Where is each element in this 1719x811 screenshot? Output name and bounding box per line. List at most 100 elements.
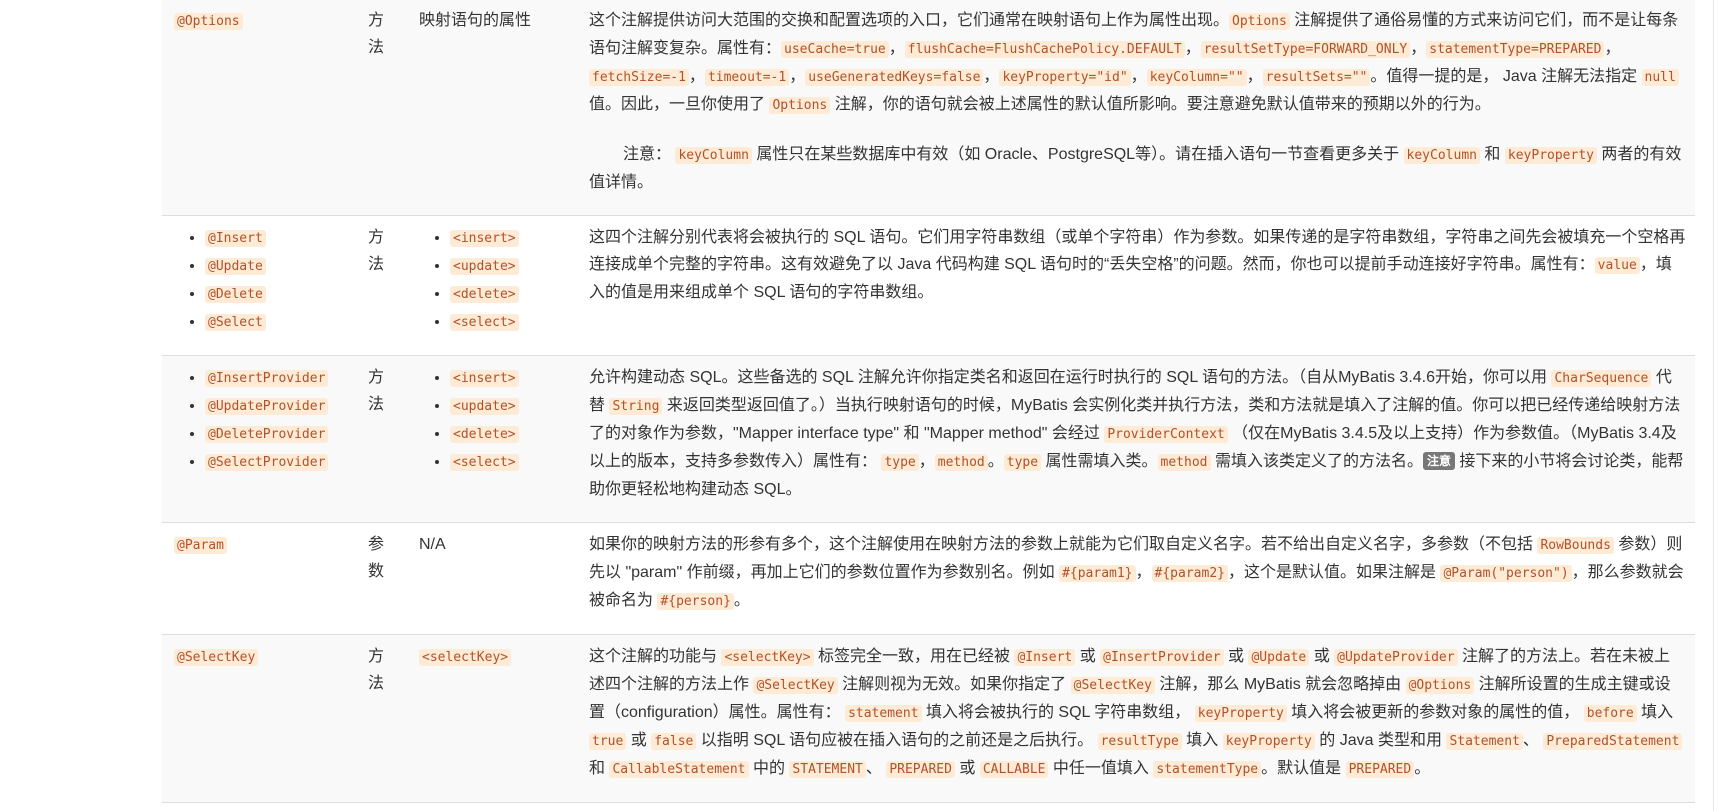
text-fragment: 或 (626, 732, 652, 749)
target-type: 方法 (368, 648, 385, 692)
inline-code: value (1594, 257, 1640, 274)
list-item: @InsertProvider (205, 364, 347, 392)
inline-code: @Options (1405, 677, 1475, 694)
inline-code: @Param("person") (1440, 565, 1572, 582)
inline-code: String (609, 398, 663, 415)
inline-code: statement (845, 705, 922, 722)
text-fragment: 或 (1223, 648, 1249, 665)
target-type: 方法 (368, 12, 385, 56)
target-cell: 方法 (356, 0, 407, 216)
inline-code: resultSets="" (1262, 69, 1371, 86)
list-item: <insert> (450, 364, 568, 392)
inline-code: true (589, 733, 627, 750)
note-badge: 注意 (1422, 452, 1455, 470)
inline-code: type (881, 454, 919, 471)
text-fragment: 属性只在某些数据库中有效（如 Oracle、PostgreSQL等）。请在插入语… (751, 146, 1404, 163)
inline-code: @Update (1248, 649, 1310, 666)
xml-equivalent: N/A (419, 536, 446, 553)
text-fragment: ， (1184, 40, 1201, 57)
inline-code: keyColumn="" (1146, 69, 1247, 86)
text-fragment: ， (1135, 564, 1152, 581)
text-fragment: 填入将会被执行的 SQL 字符串数组， (921, 704, 1195, 721)
text-fragment: ， (1130, 68, 1147, 85)
list-item: <select> (450, 308, 568, 336)
inline-code: @SelectKey (1070, 677, 1155, 694)
inline-code: resultType (1097, 733, 1182, 750)
annotation-list: @InsertProvider @UpdateProvider @DeleteP… (174, 364, 347, 476)
list-item: @Delete (205, 280, 347, 308)
text-fragment: 和 (589, 760, 610, 777)
inline-code: CharSequence (1551, 370, 1652, 387)
xml-list: <insert> <update> <delete> <select> (419, 224, 568, 336)
text-fragment: 以指明 SQL 语句应被在插入语句的之前还是之后执行。 (696, 732, 1098, 749)
page-right-border (1713, 0, 1714, 811)
text-fragment: ， (983, 68, 1000, 85)
inline-code: @Insert (1014, 649, 1076, 666)
description-cell: 这个注解提供访问大范围的交换和配置选项的入口，它们通常在映射语句上作为属性出现。… (577, 0, 1695, 216)
inline-code: keyProperty="id" (999, 69, 1131, 86)
inline-code: Options (769, 97, 831, 114)
text-fragment: ， (1410, 40, 1427, 57)
text-fragment: 注解，那么 MyBatis 就会忽略掉由 (1154, 676, 1406, 693)
target-cell: 方法 (356, 355, 407, 523)
table-row-crud: @Insert @Update @Delete @Select 方法 <inse… (162, 215, 1695, 356)
text-fragment: 。 (1414, 760, 1431, 777)
inline-code: false (651, 733, 697, 750)
description-cell: 允许构建动态 SQL。这些备选的 SQL 注解允许你指定类名和返回在运行时执行的… (577, 355, 1695, 523)
description-cell: 这四个注解分别代表将会被执行的 SQL 语句。它们用字符串数组（或单个字符串）作… (577, 215, 1695, 356)
list-item: <delete> (450, 420, 568, 448)
inline-code: @Update (205, 258, 266, 275)
target-type: 参数 (368, 536, 385, 580)
inline-code: #{param1} (1059, 565, 1136, 582)
xml-equivalent: <selectKey> (419, 649, 512, 666)
text-fragment: ， (688, 68, 705, 85)
text-fragment: 。 (987, 453, 1004, 470)
text-fragment: 填入 (1636, 704, 1674, 721)
text-fragment: 和 (1479, 146, 1505, 163)
text-fragment: 填入 (1181, 732, 1223, 749)
inline-code: flushCache=FlushCachePolicy.DEFAULT (904, 41, 1185, 58)
inline-code: type (1003, 454, 1042, 471)
description-text: 允许构建动态 SQL。这些备选的 SQL 注解允许你指定类名和返回在运行时执行的… (589, 364, 1686, 503)
description-text: 如果你的映射方法的形参有多个，这个注解使用在映射方法的参数上就能为它们取自定义名… (589, 531, 1686, 615)
description-text: 这个注解提供访问大范围的交换和配置选项的入口，它们通常在映射语句上作为属性出现。… (589, 7, 1686, 119)
inline-code: keyColumn (675, 147, 752, 164)
inline-code: keyColumn (1403, 147, 1480, 164)
text-fragment: 这个注解提供访问大范围的交换和配置选项的入口，它们通常在映射语句上作为属性出现。 (589, 12, 1230, 29)
inline-code: method (934, 454, 988, 471)
text-fragment: 。默认值是 (1261, 760, 1346, 777)
text-fragment: 注意： (623, 146, 676, 163)
inline-code: null (1641, 69, 1679, 86)
inline-code: Options (1229, 13, 1290, 30)
inline-code: @InsertProvider (205, 370, 329, 387)
annotation-code: @SelectKey (174, 649, 259, 666)
inline-code: <update> (450, 258, 519, 275)
text-fragment: 注解则视为无效。如果你指定了 (837, 676, 1071, 693)
text-fragment: ， (789, 68, 806, 85)
description-cell: 这个注解的功能与 <selectKey> 标签完全一致，用在已经被 @Inser… (577, 634, 1695, 803)
inline-code: <insert> (450, 370, 519, 387)
target-cell: 方法 (356, 215, 407, 356)
inline-code: keyProperty (1194, 705, 1287, 722)
text-fragment: ， (888, 40, 905, 57)
table-row-param: @Param 参数 N/A 如果你的映射方法的形参有多个，这个注解使用在映射方法… (162, 522, 1695, 635)
inline-code: <delete> (450, 286, 519, 303)
inline-code: @Select (205, 314, 266, 331)
inline-code: PreparedStatement (1543, 733, 1683, 750)
text-fragment: ， (1246, 68, 1263, 85)
inline-code: <update> (450, 398, 519, 415)
inline-code: keyProperty (1222, 733, 1315, 750)
xml-list: <insert> <update> <delete> <select> (419, 364, 568, 476)
inline-code: @Delete (205, 286, 266, 303)
annotation-cell: @Insert @Update @Delete @Select (162, 215, 356, 356)
inline-code: @InsertProvider (1100, 649, 1224, 666)
table-row-provider: @InsertProvider @UpdateProvider @DeleteP… (162, 355, 1695, 523)
description-text: 这个注解的功能与 <selectKey> 标签完全一致，用在已经被 @Inser… (589, 643, 1686, 783)
inline-code: before (1583, 705, 1637, 722)
text-fragment: 。 (733, 592, 750, 609)
text-fragment: 或 (1309, 648, 1335, 665)
annotation-cell: @Param (162, 522, 356, 635)
list-item: @DeleteProvider (205, 420, 347, 448)
list-item: @Select (205, 308, 347, 336)
xml-cell: N/A (407, 522, 577, 635)
